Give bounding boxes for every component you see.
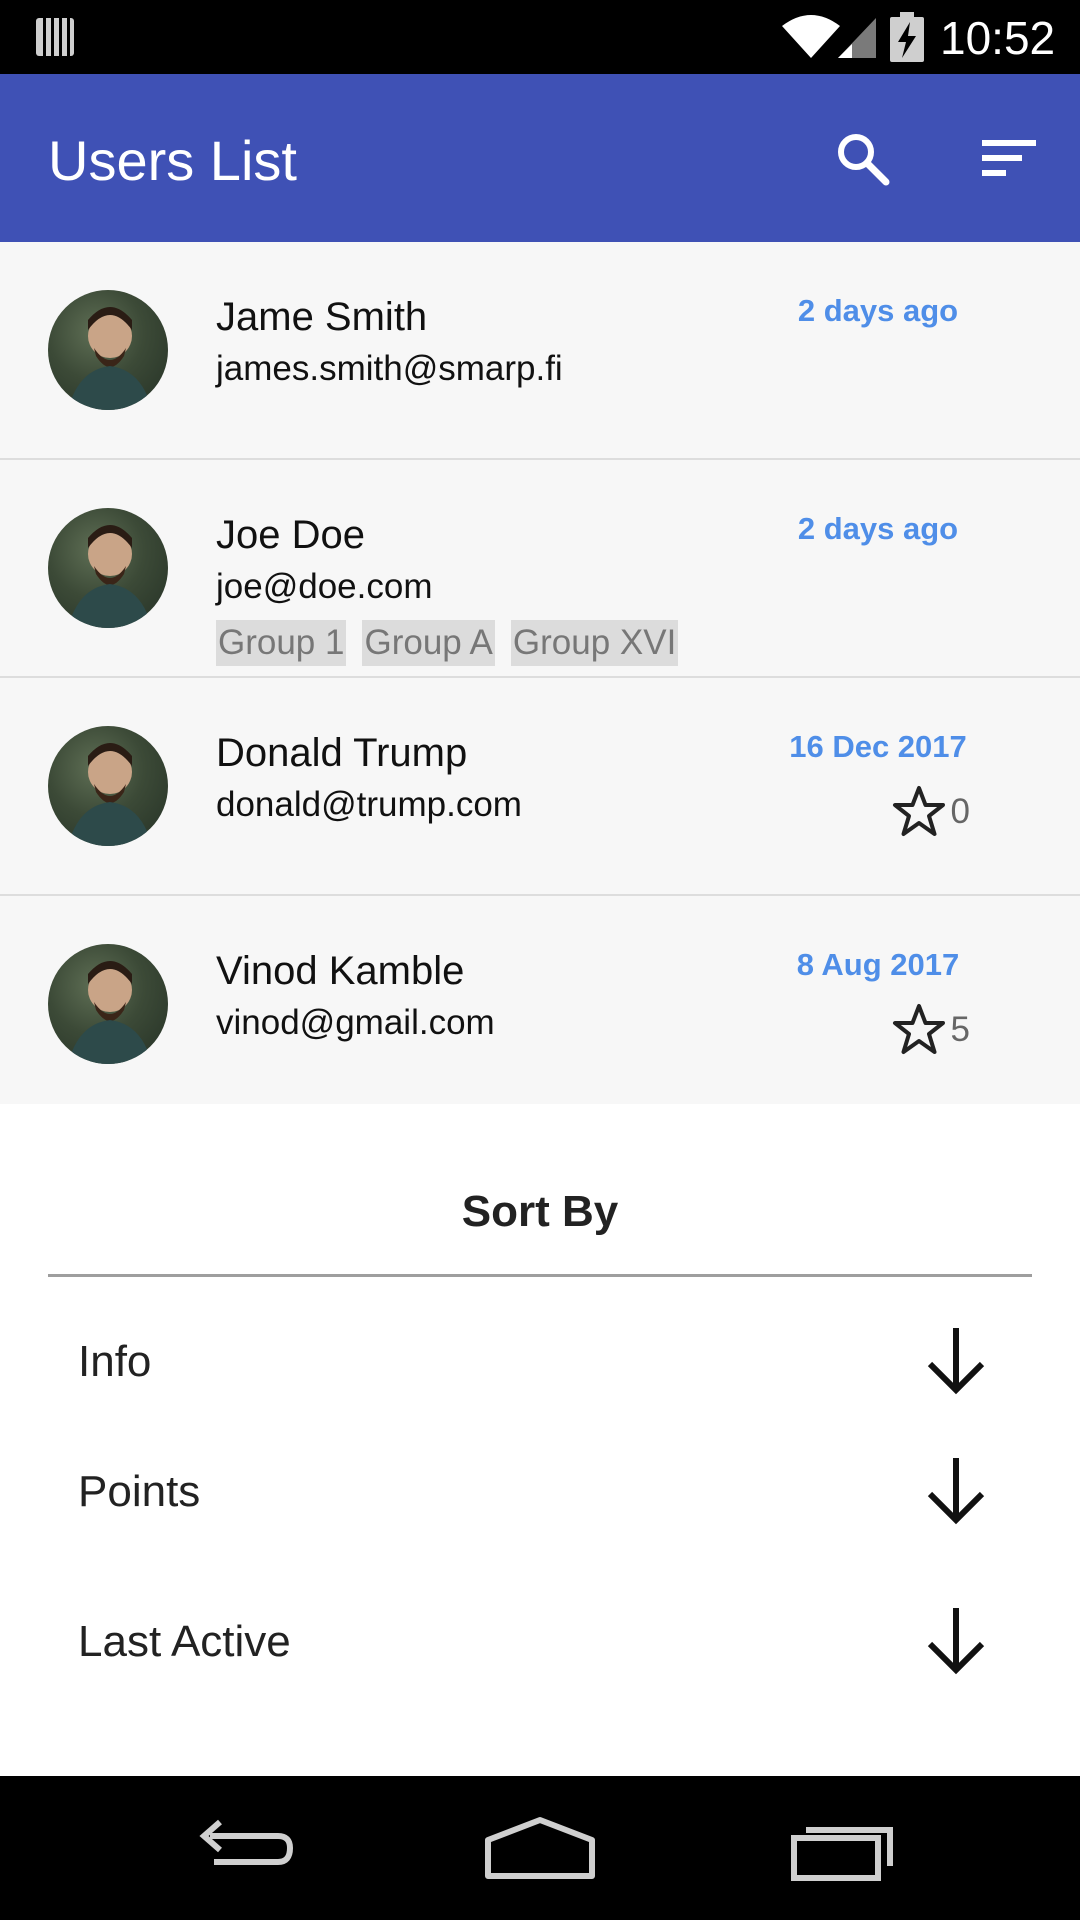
- divider: [48, 1274, 1032, 1277]
- back-icon[interactable]: [180, 1812, 300, 1884]
- user-row[interactable]: Joe Doe joe@doe.com 2 days ago Group 1 G…: [0, 460, 1080, 678]
- user-name: Vinod Kamble: [216, 949, 465, 993]
- star-icon: [892, 786, 945, 836]
- clock: 10:52: [940, 12, 1056, 64]
- arrow-down-icon: [927, 1608, 985, 1675]
- user-email: joe@doe.com: [216, 567, 433, 606]
- avatar-image: [68, 307, 152, 410]
- sort-option-points[interactable]: Points: [0, 1434, 1080, 1544]
- last-active-date: 8 Aug 2017: [796, 947, 960, 982]
- signal-icon: [838, 18, 876, 58]
- sort-bottom-sheet: Sort By Info Points Last Active: [0, 1104, 1080, 1776]
- page-title: Users List: [48, 129, 297, 192]
- status-bar: 10:52: [0, 0, 1080, 74]
- app-bar: Users List: [0, 74, 1080, 242]
- arrow-down-icon: [927, 1458, 985, 1525]
- avatar: [48, 290, 168, 410]
- avatar: [48, 944, 168, 1064]
- sheet-title: Sort By: [461, 1187, 619, 1236]
- user-list[interactable]: Jame Smith james.smith@smarp.fi 2 days a…: [0, 242, 1080, 1104]
- search-button[interactable]: [826, 122, 898, 194]
- sort-filter-button[interactable]: [972, 122, 1044, 194]
- user-name: Jame Smith: [216, 295, 428, 339]
- sort-option-info[interactable]: Info: [0, 1304, 1080, 1414]
- user-name: Joe Doe: [216, 513, 365, 557]
- user-email: donald@trump.com: [216, 785, 522, 824]
- group-chip: Group XVI: [510, 620, 679, 666]
- avatar-image: [68, 961, 152, 1064]
- star-icon: [892, 1004, 945, 1054]
- points: 0: [891, 784, 970, 840]
- last-active-date: 2 days ago: [797, 293, 959, 328]
- last-active-date: 2 days ago: [797, 511, 959, 546]
- sort-filter-icon: [982, 140, 1036, 176]
- points-count: 5: [950, 1010, 970, 1049]
- navigation-bar: [0, 1776, 1080, 1920]
- user-email: james.smith@smarp.fi: [216, 349, 563, 388]
- points: 5: [891, 1002, 970, 1058]
- avatar: [48, 508, 168, 628]
- sort-option-label: Info: [78, 1337, 152, 1386]
- arrow-down-icon: [927, 1328, 985, 1395]
- user-row[interactable]: Jame Smith james.smith@smarp.fi 2 days a…: [0, 242, 1080, 460]
- avatar-image: [68, 525, 152, 628]
- user-row[interactable]: Vinod Kamble vinod@gmail.com 8 Aug 2017 …: [0, 896, 1080, 1104]
- user-email: vinod@gmail.com: [216, 1003, 495, 1042]
- sort-option-label: Last Active: [78, 1617, 291, 1666]
- home-icon[interactable]: [480, 1812, 600, 1884]
- recents-icon[interactable]: [780, 1812, 900, 1884]
- group-chips: Group 1 Group A Group XVI: [216, 620, 679, 666]
- battery-charging-icon: [890, 12, 924, 62]
- search-icon: [838, 134, 890, 186]
- sort-option-last-active[interactable]: Last Active: [0, 1584, 1080, 1694]
- user-name: Donald Trump: [216, 731, 468, 775]
- sort-option-label: Points: [78, 1467, 201, 1516]
- user-row[interactable]: Donald Trump donald@trump.com 16 Dec 201…: [0, 678, 1080, 896]
- notification-icon: [36, 18, 74, 56]
- avatar-image: [68, 743, 152, 846]
- group-chip: Group 1: [216, 620, 347, 666]
- group-chip: Group A: [362, 620, 495, 666]
- last-active-date: 16 Dec 2017: [789, 729, 967, 764]
- points-count: 0: [950, 792, 970, 831]
- avatar: [48, 726, 168, 846]
- wifi-icon: [782, 15, 840, 58]
